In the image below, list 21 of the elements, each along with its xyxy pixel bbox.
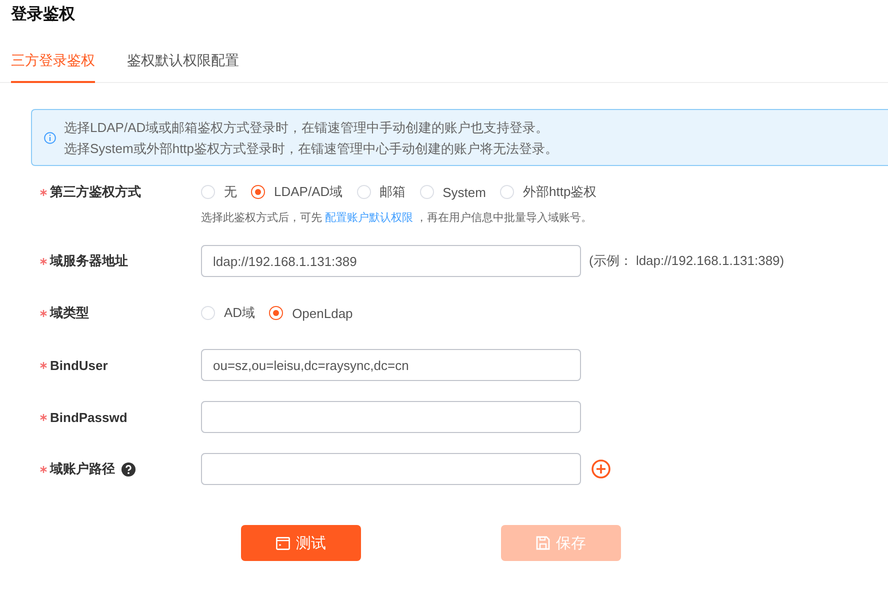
radio-option[interactable]: LDAP/AD域	[251, 182, 357, 202]
radio-option[interactable]: AD域	[201, 303, 270, 323]
field-label: BindPasswd	[50, 410, 128, 424]
input-field[interactable]: ou=sz,ou=leisu,dc=raysync,dc=cn	[201, 349, 581, 381]
radio-option[interactable]: 外部http鉴权	[500, 182, 611, 202]
tab[interactable]: 鉴权默认权限配置	[127, 52, 239, 83]
field-label: 域账户路径	[50, 460, 115, 478]
input-field[interactable]: ldap://192.168.1.131:389	[201, 245, 581, 277]
page-title: 登录鉴权	[10, 4, 76, 25]
notice-text: 选择System或外部http鉴权方式登录时，在镭速管理中心手动创建的账户将无法登录。	[64, 140, 558, 158]
radio-option[interactable]: 邮箱	[356, 182, 420, 202]
example-text: (示例： ldap://192.168.1.131:389)	[589, 252, 784, 270]
field-label: 第三方鉴权方式	[50, 183, 141, 201]
field-label: 域服务器地址	[50, 252, 128, 270]
radio-option[interactable]: OpenLdap	[269, 303, 367, 323]
radio-option[interactable]: System	[420, 182, 500, 202]
field-label: BindUser	[50, 358, 108, 372]
field-label: 域类型	[50, 304, 89, 322]
notice-text: 选择LDAP/AD域或邮箱鉴权方式登录时，在镭速管理中手动创建的账户也支持登录。	[64, 118, 550, 136]
radio-option[interactable]: 无	[201, 182, 251, 202]
hint-text: 选择此鉴权方式后，可先 配置账户默认权限 ，再在用户信息中批量导入域账号。	[201, 210, 594, 225]
